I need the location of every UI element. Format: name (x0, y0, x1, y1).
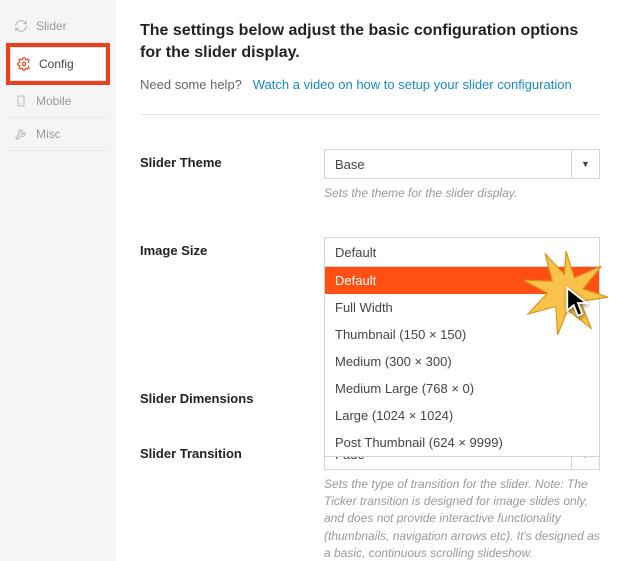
field-image-size: Image Size Default DefaultFull WidthThum… (140, 237, 600, 267)
dropdown-option[interactable]: Medium (300 × 300) (325, 348, 599, 375)
dropdown-option[interactable]: Medium Large (768 × 0) (325, 375, 599, 402)
sidebar-item-label: Config (39, 57, 74, 71)
dropdown-option[interactable]: Large (1024 × 1024) (325, 402, 599, 429)
phone-icon (14, 94, 28, 108)
wrench-icon (14, 127, 28, 141)
help-text: Need some help? (140, 77, 242, 92)
image-size-dropdown: DefaultFull WidthThumbnail (150 × 150)Me… (324, 266, 600, 457)
image-size-select[interactable]: Default (324, 237, 600, 267)
field-slider-transition: Slider Transition Fade ▼ Sets the type o… (140, 440, 600, 561)
sidebar: Slider Config Mobile Misc (0, 0, 116, 561)
chevron-down-icon: ▼ (571, 150, 599, 178)
field-hint: Sets the theme for the slider display. (324, 185, 600, 202)
help-link[interactable]: Watch a video on how to setup your slide… (253, 77, 572, 92)
select-value: Default (335, 245, 376, 260)
sidebar-item-slider[interactable]: Slider (8, 10, 108, 43)
main-panel: The settings below adjust the basic conf… (116, 0, 620, 561)
gear-icon (17, 57, 31, 71)
field-label: Slider Transition (140, 440, 324, 461)
dropdown-option[interactable]: Default (325, 267, 599, 294)
sidebar-item-label: Mobile (36, 94, 71, 108)
field-label: Slider Dimensions (140, 385, 324, 406)
help-row: Need some help? Watch a video on how to … (140, 77, 600, 92)
divider (140, 114, 600, 115)
dropdown-option[interactable]: Thumbnail (150 × 150) (325, 321, 599, 348)
sidebar-item-misc[interactable]: Misc (8, 118, 108, 151)
field-hint: Sets the type of transition for the slid… (324, 476, 600, 561)
active-highlight: Config (6, 43, 110, 85)
select-value: Base (335, 157, 365, 172)
refresh-icon (14, 19, 28, 33)
theme-select[interactable]: Base ▼ (324, 149, 600, 179)
field-label: Image Size (140, 237, 324, 258)
field-slider-theme: Slider Theme Base ▼ Sets the theme for t… (140, 149, 600, 202)
sidebar-item-config[interactable]: Config (10, 47, 106, 81)
dropdown-option[interactable]: Full Width (325, 294, 599, 321)
sidebar-item-mobile[interactable]: Mobile (8, 85, 108, 118)
page-title: The settings below adjust the basic conf… (140, 20, 600, 63)
sidebar-item-label: Misc (36, 127, 61, 141)
sidebar-item-label: Slider (36, 19, 67, 33)
field-label: Slider Theme (140, 149, 324, 170)
dropdown-option[interactable]: Post Thumbnail (624 × 9999) (325, 429, 599, 456)
